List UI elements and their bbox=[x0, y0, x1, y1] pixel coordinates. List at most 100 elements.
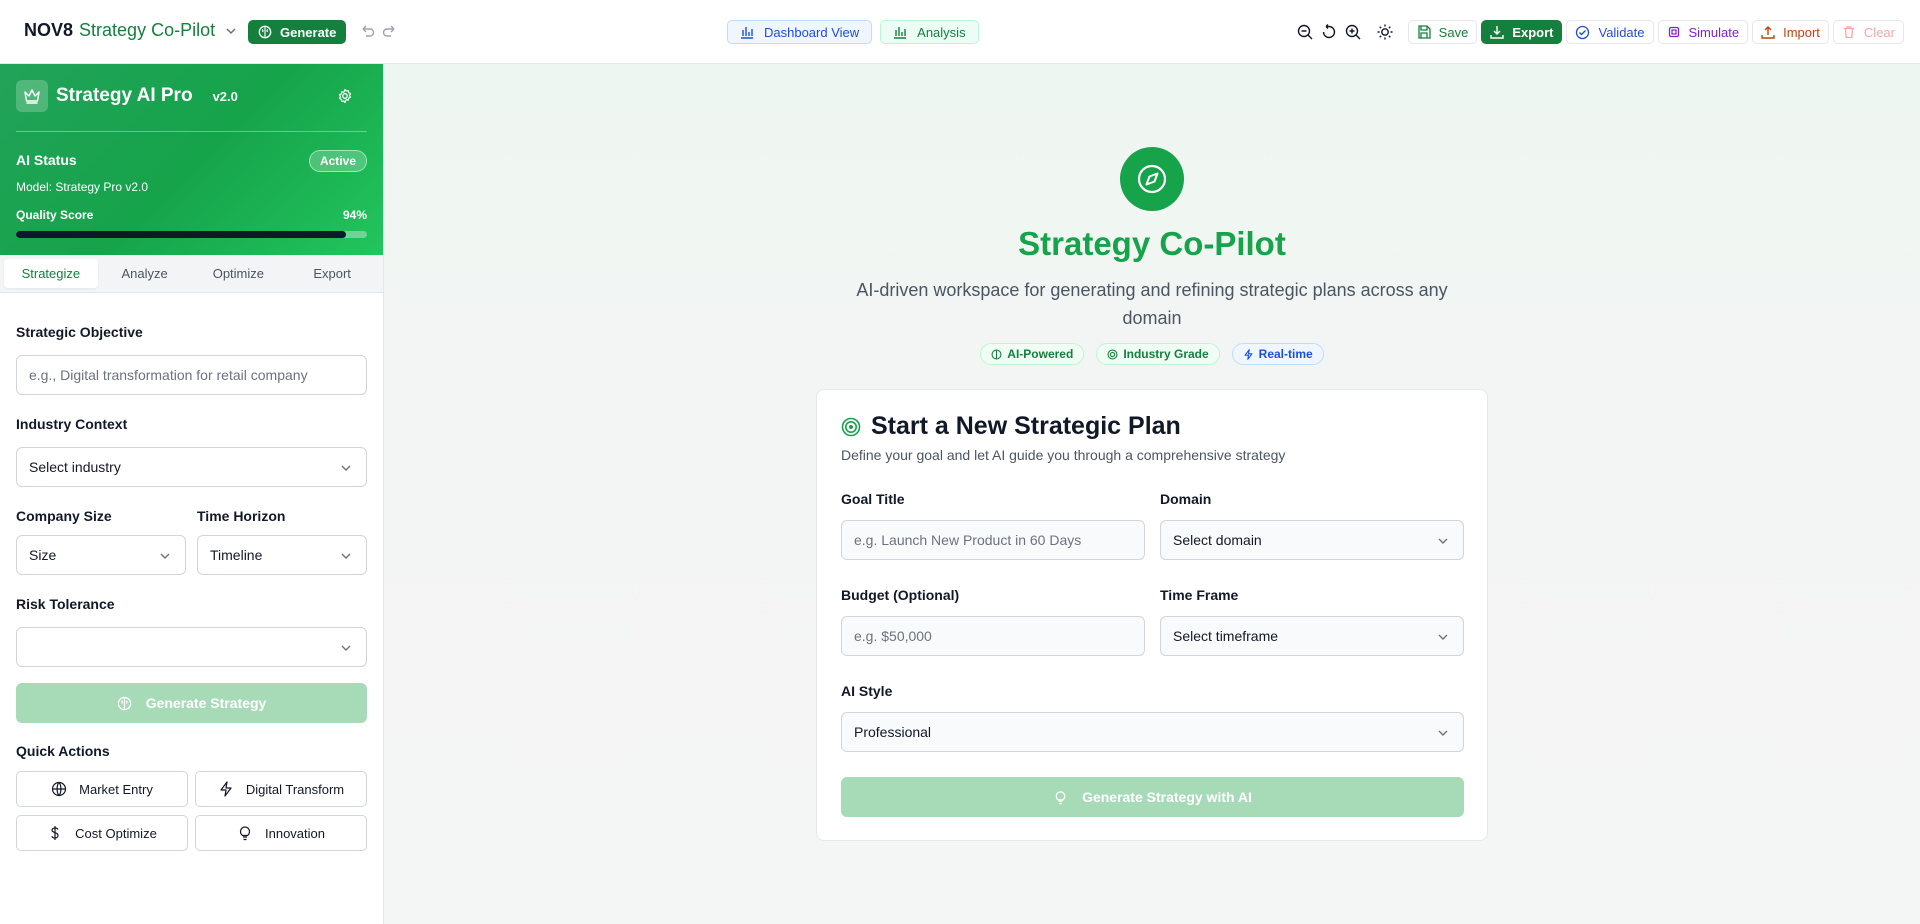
objective-placeholder: e.g., Digital transformation for retail … bbox=[29, 367, 308, 383]
import-label: Import bbox=[1783, 24, 1820, 40]
clear-label: Clear bbox=[1863, 24, 1895, 40]
chevron-down-icon bbox=[341, 465, 351, 471]
brain-icon bbox=[117, 696, 131, 710]
crown-icon bbox=[16, 80, 48, 112]
trash-icon bbox=[1843, 26, 1854, 39]
sidebar-version: v2.0 bbox=[212, 88, 238, 104]
goal-title-input[interactable]: e.g. Launch New Product in 60 Days bbox=[841, 520, 1145, 560]
page-title: Strategy Co-Pilot bbox=[1018, 225, 1286, 262]
sun-icon[interactable] bbox=[1376, 23, 1394, 41]
simulate-button[interactable]: Simulate bbox=[1657, 20, 1749, 44]
generate-strategy-button[interactable]: Generate Strategy bbox=[16, 683, 367, 723]
badge-industry-grade: Industry Grade bbox=[1096, 343, 1220, 365]
view-tabs: Dashboard View Analysis bbox=[727, 20, 979, 44]
quick-action-innovation[interactable]: Innovation bbox=[195, 815, 367, 851]
tab-label: Analysis bbox=[917, 24, 966, 40]
risk-tolerance-select[interactable] bbox=[16, 627, 367, 667]
time-horizon-label: Time Horizon bbox=[197, 508, 286, 524]
company-size-value: Size bbox=[29, 547, 57, 563]
reset-icon[interactable] bbox=[1320, 23, 1338, 41]
company-size-label: Company Size bbox=[16, 508, 112, 524]
domain-select[interactable]: Select domain bbox=[1160, 520, 1464, 560]
ai-style-label: AI Style bbox=[841, 683, 893, 699]
undo-icon[interactable] bbox=[358, 22, 376, 40]
toolbar-actions: Save Export Validate Simulate Import Cle… bbox=[1296, 20, 1904, 44]
sidebar-title: Strategy AI Pro bbox=[56, 85, 193, 106]
ai-status-label: AI Status bbox=[16, 152, 77, 168]
quick-action-cost-optimize[interactable]: Cost Optimize bbox=[16, 815, 188, 851]
objective-input[interactable]: e.g., Digital transformation for retail … bbox=[16, 355, 367, 395]
gear-icon[interactable] bbox=[337, 88, 353, 104]
model-name: Model: Strategy Pro v2.0 bbox=[16, 180, 149, 194]
sidebar-header: Strategy AI Pro v2.0 AI Status Active Mo… bbox=[0, 64, 383, 255]
badge-label: Industry Grade bbox=[1123, 347, 1209, 361]
quick-action-digital-transform[interactable]: Digital Transform bbox=[195, 771, 367, 807]
domain-value: Select domain bbox=[1173, 532, 1262, 548]
tab-label: Dashboard View bbox=[764, 24, 860, 40]
top-bar: NOV8 Strategy Co-Pilot Generate Dashboar… bbox=[0, 0, 1920, 64]
tab-analysis[interactable]: Analysis bbox=[880, 20, 979, 44]
industry-select[interactable]: Select industry bbox=[16, 447, 367, 487]
badge-label: Real-time bbox=[1258, 347, 1313, 361]
chevron-down-icon bbox=[226, 27, 236, 34]
chevron-down-icon bbox=[1438, 730, 1448, 736]
brand-product: Strategy Co-Pilot bbox=[79, 20, 216, 40]
main-workspace: Strategy Co-Pilot AI-driven workspace fo… bbox=[384, 64, 1920, 924]
zoom-in-icon[interactable] bbox=[1344, 23, 1362, 41]
chevron-down-icon bbox=[1438, 634, 1448, 640]
app-brand[interactable]: NOV8 Strategy Co-Pilot bbox=[24, 20, 237, 41]
validate-button[interactable]: Validate bbox=[1566, 20, 1654, 44]
redo-icon[interactable] bbox=[381, 22, 399, 40]
budget-placeholder: e.g. $50,000 bbox=[854, 628, 932, 644]
lightning-icon bbox=[1244, 348, 1253, 360]
cpu-icon bbox=[1668, 26, 1679, 38]
validate-label: Validate bbox=[1598, 24, 1645, 40]
time-frame-value: Select timeframe bbox=[1173, 628, 1279, 644]
time-frame-select[interactable]: Select timeframe bbox=[1160, 616, 1464, 656]
export-button[interactable]: Export bbox=[1481, 20, 1563, 44]
tab-dashboard-view[interactable]: Dashboard View bbox=[727, 20, 873, 44]
clear-button[interactable]: Clear bbox=[1832, 20, 1904, 44]
feature-badges: AI-Powered Industry Grade Real-time bbox=[384, 343, 1920, 365]
chevron-down-icon bbox=[1438, 538, 1448, 544]
generate-strategy-ai-button[interactable]: Generate Strategy with AI bbox=[841, 777, 1464, 817]
divider bbox=[16, 131, 367, 132]
time-horizon-value: Timeline bbox=[210, 547, 263, 563]
tab-analyze[interactable]: Analyze bbox=[98, 259, 192, 288]
dollar-icon bbox=[51, 826, 59, 840]
save-button[interactable]: Save bbox=[1407, 20, 1478, 44]
quick-action-label: Cost Optimize bbox=[75, 825, 157, 841]
generate-strategy-ai-label: Generate Strategy with AI bbox=[1082, 789, 1252, 805]
quick-actions-title: Quick Actions bbox=[16, 743, 110, 759]
save-label: Save bbox=[1438, 24, 1469, 40]
chevron-down-icon bbox=[160, 553, 170, 559]
time-horizon-select[interactable]: Timeline bbox=[197, 535, 367, 575]
budget-input[interactable]: e.g. $50,000 bbox=[841, 616, 1145, 656]
brain-icon bbox=[991, 348, 1002, 360]
quick-action-label: Digital Transform bbox=[245, 781, 345, 797]
quick-action-label: Innovation bbox=[265, 825, 325, 841]
download-icon bbox=[1490, 26, 1505, 39]
compass-icon bbox=[1120, 147, 1184, 211]
card-title: Start a New Strategic Plan bbox=[841, 412, 1181, 441]
generate-button[interactable]: Generate bbox=[248, 20, 347, 44]
company-size-select[interactable]: Size bbox=[16, 535, 186, 575]
globe-icon bbox=[52, 781, 67, 797]
tab-strategize[interactable]: Strategize bbox=[4, 259, 98, 288]
tab-export[interactable]: Export bbox=[285, 259, 379, 288]
quick-action-label: Market Entry bbox=[79, 781, 153, 797]
quick-action-market-entry[interactable]: Market Entry bbox=[16, 771, 188, 807]
sidebar-tabs: Strategize Analyze Optimize Export bbox=[0, 255, 383, 293]
budget-label: Budget (Optional) bbox=[841, 587, 960, 603]
zoom-out-icon[interactable] bbox=[1296, 23, 1314, 41]
quality-score-value: 94% bbox=[342, 208, 367, 222]
import-button[interactable]: Import bbox=[1752, 20, 1829, 44]
industry-value: Select industry bbox=[29, 459, 121, 475]
lightbulb-icon bbox=[1055, 790, 1066, 804]
tab-optimize[interactable]: Optimize bbox=[192, 259, 286, 288]
card-title-text: Start a New Strategic Plan bbox=[871, 412, 1181, 440]
ai-style-select[interactable]: Professional bbox=[841, 712, 1464, 752]
badge-label: AI-Powered bbox=[1007, 347, 1074, 361]
time-frame-label: Time Frame bbox=[1160, 587, 1239, 603]
quality-progress-bar bbox=[16, 231, 367, 238]
